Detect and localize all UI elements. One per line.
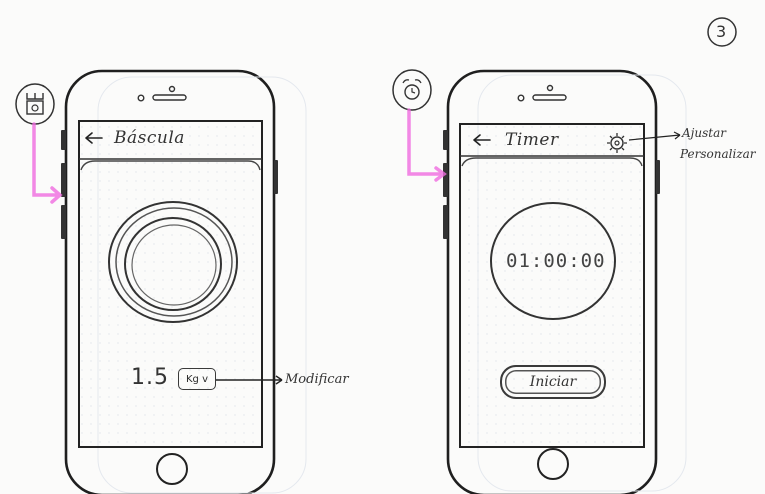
annotation-customize: Personalizar bbox=[680, 147, 756, 161]
annotation-modify: Modificar bbox=[285, 372, 349, 387]
weight-value: 1.5 bbox=[131, 365, 169, 390]
back-button-scale[interactable] bbox=[82, 130, 106, 148]
back-button-timer[interactable] bbox=[470, 132, 494, 150]
scale-icon bbox=[15, 83, 55, 125]
screen-title-timer: Timer bbox=[505, 130, 559, 150]
settings-button[interactable] bbox=[606, 132, 628, 154]
speaker bbox=[152, 94, 187, 101]
timer-display: 01:00:00 bbox=[506, 250, 606, 272]
annotation-adjust: Ajustar bbox=[682, 126, 726, 140]
speaker bbox=[532, 94, 567, 101]
pink-pointer-timer bbox=[407, 108, 447, 182]
front-camera bbox=[546, 84, 554, 92]
screen-scale bbox=[78, 120, 263, 448]
page-number: 3 bbox=[716, 22, 727, 41]
unit-dropdown[interactable]: Kg v bbox=[178, 368, 216, 390]
front-camera bbox=[168, 85, 176, 93]
pink-pointer-scale bbox=[32, 122, 63, 204]
home-button bbox=[537, 448, 569, 480]
start-button[interactable]: Iniciar bbox=[500, 365, 606, 399]
screen-title-scale: Báscula bbox=[114, 128, 185, 148]
home-button bbox=[156, 453, 188, 485]
alarm-clock-icon bbox=[392, 69, 432, 111]
